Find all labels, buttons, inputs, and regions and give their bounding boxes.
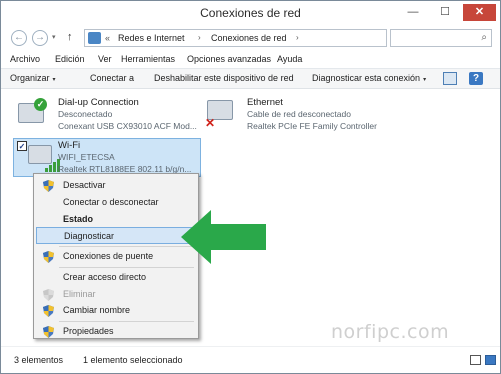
uac-shield-icon xyxy=(43,251,54,263)
breadcrumb-redes-internet[interactable]: Redes e Internet xyxy=(118,33,185,43)
menu-ver[interactable]: Ver xyxy=(98,54,112,64)
menu-archivo[interactable]: Archivo xyxy=(10,54,40,64)
details-view-icon[interactable] xyxy=(470,355,481,365)
control-panel-icon xyxy=(88,32,101,44)
selection-checkbox[interactable]: ✓ xyxy=(17,141,27,151)
menu-divider xyxy=(59,246,194,247)
breadcrumb-conexiones-red[interactable]: Conexiones de red xyxy=(211,33,287,43)
diagnose-label: Diagnosticar esta conexión xyxy=(312,73,421,83)
watermark: norfipc.com xyxy=(331,321,450,343)
connection-device: Realtek PCIe FE Family Controller xyxy=(247,121,377,131)
menu-item-label: Desactivar xyxy=(63,180,106,190)
title-bar: Conexiones de red — ☐ ✕ xyxy=(1,1,500,25)
address-bar[interactable]: « Redes e Internet › Conexiones de red ›… xyxy=(84,29,457,47)
menu-item-diagnosticar[interactable]: Diagnosticar xyxy=(36,227,196,244)
disconnected-x-icon: ✕ xyxy=(205,116,216,130)
uac-shield-icon xyxy=(43,305,54,317)
up-button[interactable]: ↑ xyxy=(67,31,73,43)
change-view-icon[interactable] xyxy=(443,72,457,85)
menu-item-crear-acceso-directo[interactable]: Crear acceso directo xyxy=(36,269,196,286)
menu-bar: Archivo Edición Ver Herramientas Opcione… xyxy=(1,52,500,68)
menu-item-label: Estado xyxy=(63,214,94,224)
green-arrow-icon xyxy=(181,210,266,264)
connect-to-button[interactable]: Conectar a xyxy=(90,73,134,83)
help-icon[interactable]: ? xyxy=(469,72,483,85)
forward-button[interactable]: → xyxy=(32,30,48,46)
search-icon[interactable]: ⌕ xyxy=(481,32,487,43)
menu-item-label: Conexiones de puente xyxy=(63,251,154,261)
menu-item-label: Conectar o desconectar xyxy=(63,197,159,207)
menu-ayuda[interactable]: Ayuda xyxy=(277,54,302,64)
menu-item-conexiones-puente[interactable]: Conexiones de puente xyxy=(36,248,196,265)
organize-button[interactable]: Organizar ▾ xyxy=(10,73,56,83)
chevron-down-icon: ▾ xyxy=(423,77,427,83)
address-toolbar: ← → ▾ ↑ « Redes e Internet › Conexiones … xyxy=(1,26,500,50)
organize-label: Organizar xyxy=(10,73,50,83)
menu-item-desactivar[interactable]: Desactivar xyxy=(36,177,196,194)
menu-item-estado[interactable]: Estado xyxy=(36,211,196,228)
chevron-down-icon: ▾ xyxy=(52,77,56,83)
connection-status: Cable de red desconectado xyxy=(247,109,351,119)
menu-item-label: Crear acceso directo xyxy=(63,272,147,282)
uac-shield-icon xyxy=(43,289,54,301)
breadcrumb-separator[interactable]: › xyxy=(296,33,299,42)
context-menu: Desactivar Conectar o desconectar Estado… xyxy=(33,173,199,339)
connection-status: WIFI_ETECSA xyxy=(58,152,115,162)
connection-name: Dial-up Connection xyxy=(58,97,139,108)
connection-device: Conexant USB CX93010 ACF Mod... xyxy=(58,121,197,131)
disable-device-button[interactable]: Deshabilitar este dispositivo de red xyxy=(154,73,294,83)
search-input[interactable]: ⌕ xyxy=(390,29,492,47)
selection-count: 1 elemento seleccionado xyxy=(83,355,183,365)
menu-item-conectar-desconectar[interactable]: Conectar o desconectar xyxy=(36,194,196,211)
window-title: Conexiones de red xyxy=(200,6,301,20)
command-bar: Organizar ▾ Conectar a Deshabilitar este … xyxy=(1,68,500,89)
large-icons-view-icon[interactable] xyxy=(485,355,496,365)
diagnose-connection-button[interactable]: Diagnosticar esta conexión ▾ xyxy=(312,73,426,83)
menu-divider xyxy=(59,267,194,268)
maximize-button[interactable]: ☐ xyxy=(434,4,456,21)
connection-name: Wi-Fi xyxy=(58,140,81,151)
menu-item-label: Propiedades xyxy=(63,326,114,336)
connection-wifi[interactable]: ✓ Wi-Fi WIFI_ETECSA Realtek RTL8188EE 80… xyxy=(13,138,201,177)
status-bar: 3 elementos 1 elemento seleccionado xyxy=(1,346,500,373)
menu-herramientas[interactable]: Herramientas xyxy=(121,54,175,64)
breadcrumb-separator[interactable]: › xyxy=(198,33,201,42)
close-button[interactable]: ✕ xyxy=(463,4,496,21)
menu-item-eliminar: Eliminar xyxy=(36,286,196,303)
menu-edicion[interactable]: Edición xyxy=(55,54,85,64)
menu-opciones-avanzadas[interactable]: Opciones avanzadas xyxy=(187,54,271,64)
uac-shield-icon xyxy=(43,180,54,192)
minimize-button[interactable]: — xyxy=(402,4,424,21)
menu-divider xyxy=(59,321,194,322)
menu-item-propiedades[interactable]: Propiedades xyxy=(36,323,196,340)
connection-name: Ethernet xyxy=(247,97,283,108)
menu-item-label: Cambiar nombre xyxy=(63,305,131,315)
back-button[interactable]: ← xyxy=(11,30,27,46)
connection-status: Desconectado xyxy=(58,109,113,119)
breadcrumb-overflow[interactable]: « xyxy=(105,33,110,43)
network-connections-window: Conexiones de red — ☐ ✕ ← → ▾ ↑ « Redes … xyxy=(0,0,501,374)
item-count: 3 elementos xyxy=(14,355,64,365)
uac-shield-icon xyxy=(43,326,54,338)
menu-item-cambiar-nombre[interactable]: Cambiar nombre xyxy=(36,302,196,319)
menu-item-label: Diagnosticar xyxy=(64,231,115,241)
recent-locations-dropdown[interactable]: ▾ xyxy=(52,33,56,41)
enabled-check-icon: ✓ xyxy=(34,98,47,111)
menu-item-label: Eliminar xyxy=(63,289,96,299)
